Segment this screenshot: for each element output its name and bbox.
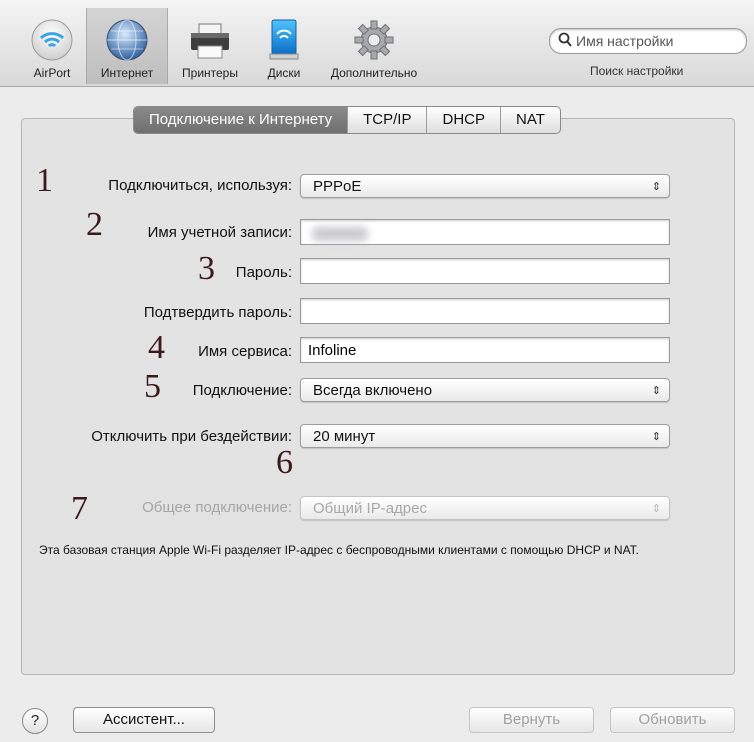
disconnect-idle-popup[interactable]: 20 минут ⇕ [300, 424, 670, 448]
annotation-number: 4 [148, 329, 165, 366]
connect-using-popup[interactable]: PPPoE ⇕ [300, 174, 670, 198]
tab-bar: Подключение к Интернету TCP/IP DHCP NAT [133, 106, 561, 134]
account-name-label: Имя учетной записи: [147, 224, 292, 241]
toolbar-item-label: AirPort [33, 66, 71, 80]
annotation-number: 2 [86, 206, 103, 243]
popup-arrows-icon: ⇕ [651, 181, 661, 193]
confirm-password-field[interactable] [300, 298, 670, 324]
disconnect-idle-label: Отключить при бездействии: [91, 428, 292, 445]
globe-icon [105, 18, 149, 65]
service-name-field[interactable] [300, 337, 670, 363]
wifi-icon [30, 18, 74, 65]
search-label: Поиск настройки [590, 64, 684, 78]
connect-using-value: PPPoE [313, 178, 362, 195]
popup-arrows-icon: ⇕ [651, 503, 661, 515]
sharing-popup: Общий IP-адрес ⇕ [300, 496, 670, 520]
sharing-value: Общий IP-адрес [313, 500, 427, 517]
toolbar-item-advanced[interactable]: Дополнительно [318, 8, 430, 84]
popup-arrows-icon: ⇕ [651, 431, 661, 443]
service-name-label: Имя сервиса: [198, 343, 292, 360]
annotation-number: 7 [71, 490, 88, 527]
annotation-number: 1 [36, 162, 53, 199]
connect-using-label: Подключиться, используя: [108, 177, 292, 194]
update-button[interactable]: Обновить [610, 707, 735, 733]
disk-icon [266, 18, 302, 65]
disconnect-idle-value: 20 минут [313, 428, 376, 445]
toolbar-item-label: Принтеры [182, 66, 238, 80]
gear-icon [352, 18, 396, 65]
redacted-text [312, 227, 368, 241]
confirm-password-label: Подтвердить пароль: [143, 304, 292, 321]
connection-popup[interactable]: Всегда включено ⇕ [300, 378, 670, 402]
assistant-button[interactable]: Ассистент... [73, 707, 215, 733]
toolbar-item-label: Диски [267, 66, 301, 80]
tab-dhcp[interactable]: DHCP [426, 107, 500, 133]
connection-label: Подключение: [192, 382, 292, 399]
info-note: Эта базовая станция Apple Wi-Fi разделяе… [39, 543, 640, 557]
tab-tcpip[interactable]: TCP/IP [347, 107, 426, 133]
search-icon [558, 32, 572, 53]
popup-arrows-icon: ⇕ [651, 385, 661, 397]
search-field[interactable] [549, 28, 747, 54]
sharing-label: Общее подключение: [142, 499, 292, 516]
toolbar-item-airport[interactable]: AirPort [20, 8, 84, 84]
password-field[interactable] [300, 258, 670, 284]
toolbar: AirPort Интернет Принтеры Диски Дополнит… [0, 0, 754, 87]
password-label: Пароль: [235, 264, 292, 281]
connection-value: Всегда включено [313, 382, 433, 399]
help-button[interactable]: ? [22, 708, 48, 734]
toolbar-item-internet[interactable]: Интернет [86, 8, 168, 84]
tab-internet-connection[interactable]: Подключение к Интернету [134, 107, 348, 133]
toolbar-item-label: Интернет [100, 66, 154, 80]
annotation-number: 5 [144, 368, 161, 405]
printer-icon [187, 18, 233, 65]
revert-button[interactable]: Вернуть [469, 707, 594, 733]
annotation-number: 3 [198, 250, 215, 287]
toolbar-item-disks[interactable]: Диски [254, 8, 314, 84]
annotation-number: 6 [276, 444, 293, 481]
toolbar-item-printers[interactable]: Принтеры [170, 8, 250, 84]
search-input[interactable] [574, 31, 738, 51]
tab-nat[interactable]: NAT [500, 107, 560, 133]
toolbar-item-label: Дополнительно [330, 66, 418, 80]
